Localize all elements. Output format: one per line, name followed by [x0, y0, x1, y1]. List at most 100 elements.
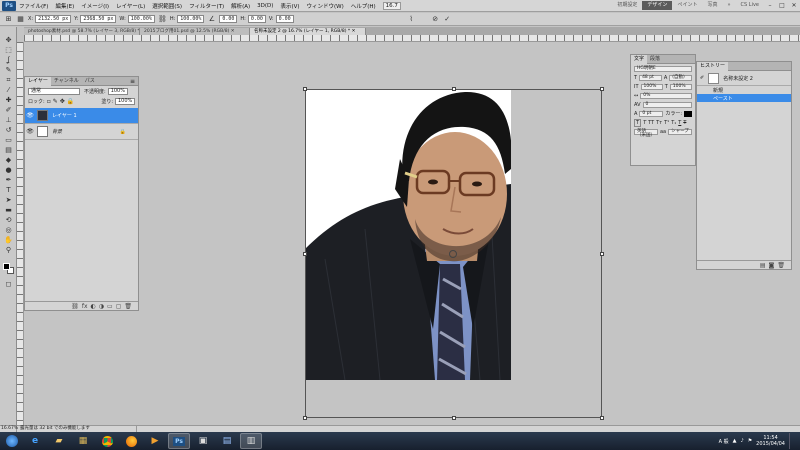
fill-field[interactable]: 100%: [115, 97, 135, 105]
history-state[interactable]: ペースト: [697, 94, 791, 102]
y-field[interactable]: 2368.50 px: [80, 15, 117, 23]
crop-tool-icon[interactable]: ⌗: [3, 76, 14, 85]
zoom-tool-icon[interactable]: ⚲: [3, 246, 14, 255]
font-family-select[interactable]: HG明朝E: [634, 65, 692, 72]
opacity-field[interactable]: 100%: [107, 87, 128, 95]
transform-center-icon[interactable]: [449, 250, 457, 258]
lock-transparency-icon[interactable]: ▫: [47, 98, 51, 105]
transform-tool-icon[interactable]: ⊞: [4, 15, 13, 24]
adjustment-layer-icon[interactable]: ◑: [99, 303, 104, 310]
menu-select[interactable]: 選択範囲(S): [152, 2, 182, 10]
delete-state-icon[interactable]: 🗑: [777, 262, 785, 269]
layer-row[interactable]: 👁 レイヤー 1: [25, 108, 138, 124]
shape-tool-icon[interactable]: ▬: [3, 206, 14, 215]
link-icon[interactable]: ⛓: [158, 15, 167, 24]
internet-explorer-icon[interactable]: e: [24, 433, 46, 449]
workspace-paint[interactable]: ペイント: [672, 1, 702, 10]
tab-layers[interactable]: レイヤー: [25, 76, 51, 86]
tray-network-icon[interactable]: ▲: [733, 438, 737, 444]
delete-layer-icon[interactable]: 🗑: [124, 303, 132, 310]
tab-history[interactable]: ヒストリー: [697, 61, 729, 71]
history-state-label[interactable]: ペースト: [713, 95, 733, 102]
horizontal-ruler[interactable]: [24, 35, 800, 42]
vertical-scale-field[interactable]: 100%: [640, 83, 663, 90]
leading-field[interactable]: (自動): [669, 74, 693, 81]
commit-transform-icon[interactable]: ✓: [443, 15, 452, 24]
subscript-icon[interactable]: T₁: [671, 120, 676, 126]
firefox-icon[interactable]: [120, 433, 142, 449]
foreground-color-swatch[interactable]: [3, 263, 10, 270]
visibility-eye-icon[interactable]: 👁: [25, 112, 35, 119]
tab-paths[interactable]: パス: [82, 77, 98, 86]
transform-handle-bottom[interactable]: [452, 416, 456, 420]
tab-channels[interactable]: チャンネル: [51, 77, 82, 86]
zoom-level[interactable]: 16.7: [382, 1, 401, 10]
minimize-icon[interactable]: –: [764, 1, 776, 10]
w-field[interactable]: 100.00%: [127, 15, 155, 23]
menu-window[interactable]: ウィンドウ(W): [307, 2, 344, 10]
quick-mask-icon[interactable]: ◻: [3, 280, 14, 289]
cs-live-button[interactable]: CS Live: [736, 1, 764, 10]
warp-icon[interactable]: ⌇: [407, 15, 416, 24]
transform-bounding-box[interactable]: [303, 87, 604, 420]
chrome-icon[interactable]: [96, 433, 118, 449]
font-size-field[interactable]: 48 pt: [639, 74, 662, 81]
3d-rotate-tool-icon[interactable]: ⟲: [3, 216, 14, 225]
new-document-from-state-icon[interactable]: ▤: [760, 262, 766, 269]
faux-italic-icon[interactable]: T: [643, 120, 646, 126]
lock-all-icon[interactable]: 🔒: [67, 98, 74, 105]
blend-mode-select[interactable]: 通常: [28, 87, 80, 95]
system-clock[interactable]: 11:54 2015/04/04: [756, 435, 785, 447]
link-layers-icon[interactable]: ⛓: [71, 303, 79, 310]
transform-handle-bottom-right[interactable]: [600, 416, 604, 420]
menu-help[interactable]: ヘルプ(H): [351, 2, 376, 10]
hskew-field[interactable]: 0.00: [247, 15, 266, 23]
new-layer-icon[interactable]: ▢: [116, 303, 122, 310]
start-button[interactable]: [2, 433, 22, 449]
photoshop-taskbar-icon[interactable]: Ps: [168, 433, 190, 449]
snapshot-brush-icon[interactable]: ✐: [700, 75, 704, 81]
faux-bold-icon[interactable]: T: [634, 118, 642, 127]
ime-indicator[interactable]: A 般: [719, 438, 729, 445]
menu-3d[interactable]: 3D(D): [257, 3, 273, 9]
lasso-tool-icon[interactable]: ʆ: [3, 56, 14, 65]
menu-view[interactable]: 表示(V): [280, 2, 299, 10]
transform-handle-top-left[interactable]: [303, 87, 307, 91]
show-desktop-button[interactable]: [789, 433, 794, 449]
hand-tool-icon[interactable]: ✋: [3, 236, 14, 245]
snapshot-name[interactable]: 名称未設定 2: [723, 75, 753, 82]
lock-pixels-icon[interactable]: ✎: [53, 98, 58, 105]
menu-filter[interactable]: フィルター(T): [189, 2, 224, 10]
layer-name[interactable]: 背景: [52, 128, 62, 135]
transform-handle-left[interactable]: [303, 252, 307, 256]
healing-tool-icon[interactable]: ✚: [3, 96, 14, 105]
history-snapshot[interactable]: ✐ 名称未設定 2: [697, 71, 791, 86]
menu-file[interactable]: ファイル(F): [19, 2, 48, 10]
media-player-icon[interactable]: ▶: [144, 433, 166, 449]
menu-edit[interactable]: 編集(E): [55, 2, 74, 10]
dodge-tool-icon[interactable]: ●: [3, 166, 14, 175]
maximize-icon[interactable]: □: [776, 1, 788, 10]
gradient-tool-icon[interactable]: ▤: [3, 146, 14, 155]
history-brush-tool-icon[interactable]: ↺: [3, 126, 14, 135]
tray-flag-icon[interactable]: ⚑: [748, 438, 752, 444]
vskew-field[interactable]: 0.00: [275, 15, 294, 23]
reference-point-icon[interactable]: ▦: [16, 15, 25, 24]
new-snapshot-icon[interactable]: ◙: [769, 262, 775, 269]
marquee-tool-icon[interactable]: ⬚: [3, 46, 14, 55]
cancel-transform-icon[interactable]: ⊘: [431, 15, 440, 24]
explorer-window-icon[interactable]: ▥: [240, 433, 262, 449]
kerning-field[interactable]: 0: [642, 101, 692, 108]
antialias-select[interactable]: シャープ: [668, 128, 693, 135]
path-select-tool-icon[interactable]: ➤: [3, 196, 14, 205]
menu-image[interactable]: イメージ(I): [81, 2, 109, 10]
h-field[interactable]: 100.00%: [177, 15, 205, 23]
image-viewer-icon[interactable]: ▤: [216, 433, 238, 449]
folder-icon[interactable]: ▦: [72, 433, 94, 449]
app-window-icon[interactable]: ▣: [192, 433, 214, 449]
blur-tool-icon[interactable]: ◆: [3, 156, 14, 165]
small-caps-icon[interactable]: Tт: [656, 120, 662, 126]
stamp-tool-icon[interactable]: ⊥: [3, 116, 14, 125]
move-tool-icon[interactable]: ✥: [3, 36, 14, 45]
file-explorer-icon[interactable]: ▰: [48, 433, 70, 449]
